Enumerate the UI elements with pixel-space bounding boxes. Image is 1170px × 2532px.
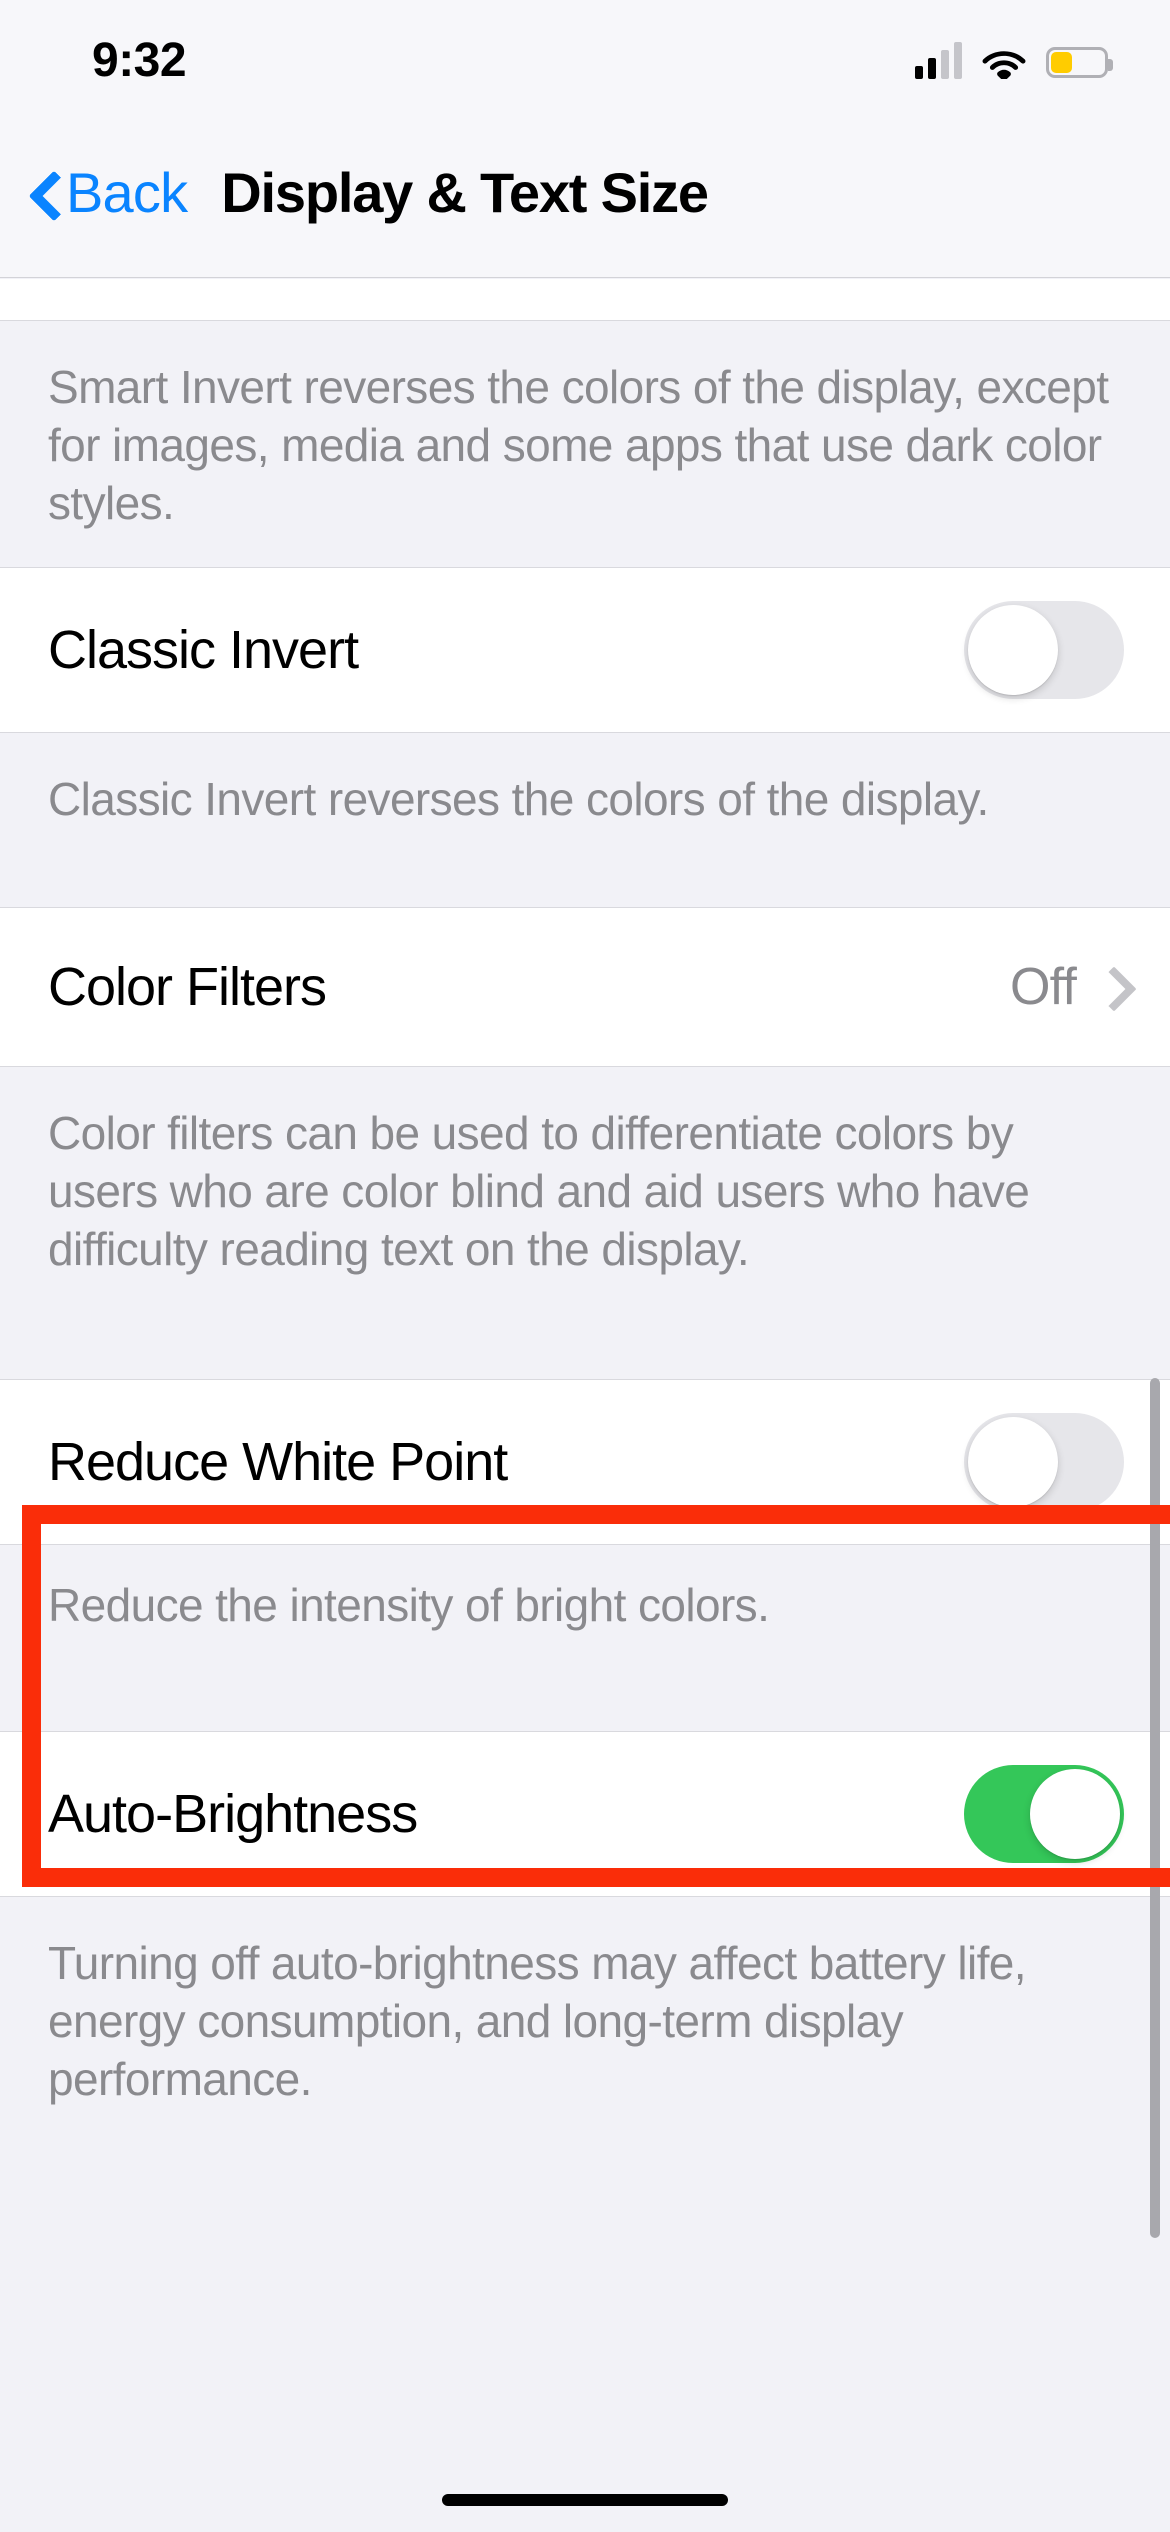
color-filters-footer: Color filters can be used to differentia… [0,1066,1170,1313]
status-bar-indicators [915,42,1113,81]
smart-invert-footer-text: Smart Invert reverses the colors of the … [48,361,1109,529]
chevron-left-icon [26,176,60,210]
smart-invert-footer: Smart Invert reverses the colors of the … [0,321,1170,567]
vertical-scrollbar[interactable] [1150,1378,1160,2238]
auto-brightness-label: Auto-Brightness [48,1783,418,1844]
classic-invert-toggle[interactable] [964,600,1124,699]
color-filters-label: Color Filters [48,956,327,1017]
auto-brightness-row[interactable]: Auto-Brightness [0,1730,1170,1897]
reduce-white-point-row[interactable]: Reduce White Point [0,1378,1170,1545]
auto-brightness-footer: Turning off auto-brightness may affect b… [0,1896,1170,2143]
color-filters-row[interactable]: Color Filters Off [0,906,1170,1067]
section-gap-2 [0,1312,1170,1379]
back-button[interactable]: Back [26,160,188,224]
chevron-right-icon [1098,965,1124,1009]
toggle-knob [968,1416,1058,1507]
classic-invert-footer: Classic Invert reverses the colors of th… [0,732,1170,863]
navigation-bar: Back Display & Text Size [0,108,1170,278]
color-filters-footer-text: Color filters can be used to differentia… [48,1106,1030,1275]
status-bar: 9:32 [0,0,1170,108]
auto-brightness-toggle[interactable] [964,1764,1124,1863]
classic-invert-footer-text: Classic Invert reverses the colors of th… [48,772,989,825]
settings-scroll-view[interactable]: Smart Invert reverses the colors of the … [0,279,1170,2532]
back-button-label: Back [66,160,188,224]
color-filters-value: Off [1009,957,1077,1016]
status-bar-time: 9:32 [92,34,187,87]
toggle-knob [1030,1768,1120,1859]
battery-icon [1046,46,1113,78]
home-indicator[interactable] [442,2494,728,2506]
reduce-white-point-label: Reduce White Point [48,1431,508,1492]
classic-invert-label: Classic Invert [48,619,359,680]
page-title: Display & Text Size [221,160,709,224]
section-gap-3 [0,1664,1170,1731]
section-gap [0,862,1170,907]
cellular-signal-icon [915,42,962,79]
toggle-knob [968,604,1058,695]
classic-invert-row[interactable]: Classic Invert [0,566,1170,733]
wifi-icon [982,45,1026,81]
reduce-white-point-toggle[interactable] [964,1412,1124,1511]
reduce-white-point-footer: Reduce the intensity of bright colors. [0,1544,1170,1665]
partial-row-above[interactable] [0,279,1170,321]
auto-brightness-footer-text: Turning off auto-brightness may affect b… [48,1936,1027,2105]
color-filters-accessory: Off [1010,957,1124,1017]
reduce-white-point-footer-text: Reduce the intensity of bright colors. [48,1578,770,1631]
